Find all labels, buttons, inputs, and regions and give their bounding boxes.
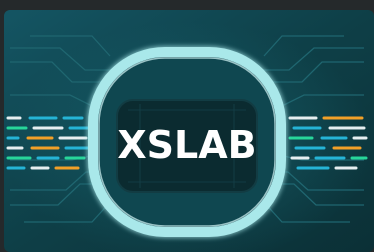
logo-banner: XSLAB	[0, 0, 374, 252]
logo-text: XSLAB	[117, 123, 256, 167]
xslab-logo-artwork: XSLAB	[0, 0, 374, 252]
